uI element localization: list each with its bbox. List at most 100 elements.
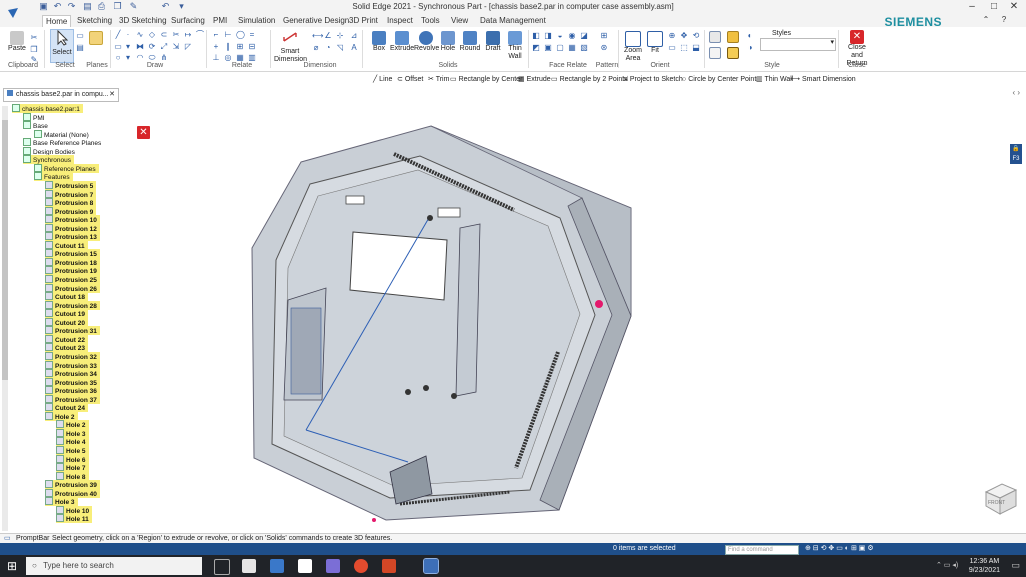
symmetric-diameter-icon[interactable]: ⌀ bbox=[312, 44, 320, 52]
parallel-icon[interactable]: ∥ bbox=[224, 43, 232, 51]
shaded-button[interactable] bbox=[726, 31, 740, 43]
wireframe-button[interactable] bbox=[708, 31, 722, 43]
cmd-offset[interactable]: ⊂ Offset bbox=[397, 74, 423, 86]
hole-button[interactable]: Hole bbox=[439, 31, 457, 53]
round-button[interactable]: Round bbox=[459, 31, 481, 53]
rectangular-cutout[interactable] bbox=[349, 231, 448, 301]
draft-button[interactable]: Draft bbox=[483, 31, 503, 53]
status-icons[interactable]: ⊕ ⊟ ⟲ ✥ ▭ ◐ ⊞ ▣ ⚙ bbox=[805, 543, 874, 555]
view-orient-icon[interactable]: ⬚ bbox=[680, 44, 688, 52]
face-perpendicular-icon[interactable]: ◩ bbox=[532, 44, 540, 52]
side-rail[interactable] bbox=[455, 223, 481, 397]
rectangle-icon[interactable]: ▭ bbox=[114, 43, 122, 51]
fit-button[interactable]: Fit bbox=[646, 31, 664, 55]
chamfer-dim-icon[interactable]: ◹ bbox=[336, 44, 344, 52]
named-views-icon[interactable]: ⬓ bbox=[692, 44, 700, 52]
horizontal-vertical-icon[interactable]: ⊢ bbox=[224, 31, 232, 39]
taskbar-clock[interactable]: 12:36 AM 9/23/2021 bbox=[969, 557, 1000, 575]
sketch-view-icon[interactable]: ▭ bbox=[668, 44, 676, 52]
rectangle-dropdown-icon[interactable]: ▾ bbox=[124, 43, 132, 51]
tab-pmi[interactable]: PMI bbox=[210, 15, 230, 27]
point-icon[interactable]: · bbox=[124, 31, 132, 39]
styles-dropdown[interactable]: ▾ bbox=[760, 38, 836, 51]
circle-icon[interactable]: ○ bbox=[114, 54, 122, 62]
tab-data-management[interactable]: Data Management bbox=[477, 15, 549, 27]
face-ground-icon[interactable]: ▧ bbox=[580, 44, 588, 52]
file-explorer-icon[interactable] bbox=[242, 559, 256, 573]
document-tab[interactable]: chassis base2.par in compu... ✕ bbox=[3, 88, 119, 102]
tree-scrollbar-thumb[interactable] bbox=[2, 120, 8, 380]
revolve-button[interactable]: Revolve bbox=[414, 31, 439, 53]
find-command-input[interactable]: Find a command bbox=[725, 545, 799, 555]
select-button[interactable]: Select bbox=[50, 29, 74, 63]
lock-icon[interactable]: ⊞ bbox=[236, 43, 244, 51]
face-concentric-icon[interactable]: ◉ bbox=[568, 32, 576, 40]
close-sketch-icon[interactable]: ✕ bbox=[137, 126, 150, 139]
office-icon[interactable] bbox=[382, 559, 396, 573]
model-viewport[interactable] bbox=[150, 100, 970, 530]
polygon-icon[interactable]: ◇ bbox=[148, 31, 156, 39]
store-icon[interactable] bbox=[298, 559, 312, 573]
annotation-icon[interactable]: ⊿ bbox=[350, 32, 358, 40]
chrome-icon[interactable] bbox=[354, 559, 368, 573]
circle-dropdown-icon[interactable]: ▾ bbox=[124, 54, 132, 62]
selection-marker[interactable] bbox=[595, 300, 603, 308]
face-parallel-icon[interactable]: ◨ bbox=[544, 32, 552, 40]
tab-nav-arrows[interactable]: ‹ › bbox=[1012, 88, 1020, 97]
cmd-extrude[interactable]: ▦ Extrude bbox=[518, 74, 551, 86]
tab-tools[interactable]: Tools bbox=[418, 15, 443, 27]
equal-icon[interactable]: = bbox=[248, 31, 256, 39]
slot-cutout[interactable] bbox=[345, 195, 365, 205]
arc-icon[interactable]: ◠ bbox=[136, 54, 144, 62]
cmd-circle-center[interactable]: ○ Circle by Center Point bbox=[682, 74, 756, 86]
paste-button[interactable]: Paste bbox=[8, 31, 26, 53]
box-button[interactable]: Box bbox=[368, 31, 390, 53]
zoom-area-button[interactable]: Zoom Area bbox=[622, 31, 644, 63]
angle-icon[interactable]: ∠ bbox=[324, 32, 332, 40]
cmd-line[interactable]: ╱ Line bbox=[373, 74, 392, 86]
lock-badge[interactable]: 🔒 F3 bbox=[1010, 144, 1022, 164]
split-icon[interactable]: ⋔ bbox=[160, 54, 168, 62]
extrude-button[interactable]: Extrude bbox=[390, 31, 414, 53]
solid-edge-taskbar-icon[interactable] bbox=[423, 558, 439, 574]
edge-browser-icon[interactable] bbox=[270, 559, 284, 573]
offset-icon[interactable]: ⊂ bbox=[160, 31, 168, 39]
smart-dimension-button[interactable]: Smart Dimension bbox=[274, 29, 307, 64]
tab-inspect[interactable]: Inspect bbox=[384, 15, 416, 27]
zoom-icon[interactable]: ⊕ bbox=[668, 32, 676, 40]
taskbar-search[interactable]: ○ Type here to search bbox=[26, 557, 202, 575]
minimize-button[interactable]: – bbox=[962, 0, 982, 14]
scale-icon[interactable]: ⤢ bbox=[160, 43, 168, 51]
distance-icon[interactable]: ⟷ bbox=[312, 32, 323, 40]
shaded-edges-button[interactable] bbox=[726, 47, 740, 59]
face-offset-icon[interactable]: ▢ bbox=[556, 44, 564, 52]
hidden-edges-button[interactable] bbox=[708, 47, 722, 59]
notifications-icon[interactable]: ▭ bbox=[1011, 560, 1020, 571]
tab-3d-sketching[interactable]: 3D Sketching bbox=[116, 15, 170, 27]
face-aligned-icon[interactable]: ▣ bbox=[544, 44, 552, 52]
system-tray-icons[interactable]: ⌃ ▭ ◂) bbox=[936, 561, 958, 569]
mount-hole[interactable] bbox=[423, 385, 429, 391]
collinear-icon[interactable]: + bbox=[212, 43, 220, 51]
app-icon[interactable] bbox=[326, 559, 340, 573]
cut-icon[interactable]: ✂ bbox=[30, 34, 38, 42]
pattern-rect-icon[interactable]: ⊞ bbox=[600, 32, 608, 40]
cmd-rectangle-2pt[interactable]: ▭ Rectangle by 2 Points bbox=[551, 74, 628, 86]
select-option-icon[interactable]: ▤ bbox=[76, 44, 84, 52]
coordinate-icon[interactable]: ⊹ bbox=[336, 32, 344, 40]
pan-icon[interactable]: ✥ bbox=[680, 32, 688, 40]
text-icon[interactable]: A bbox=[350, 44, 358, 52]
concentric-icon[interactable]: ◎ bbox=[224, 54, 232, 62]
help-icon[interactable]: ? bbox=[994, 13, 1014, 27]
tree-item[interactable]: Hole 11 bbox=[56, 514, 92, 524]
relation-handles-icon[interactable]: ▥ bbox=[248, 54, 256, 62]
windows-start-icon[interactable]: ⊞ bbox=[7, 559, 17, 573]
tab-sketching[interactable]: Sketching bbox=[74, 15, 115, 27]
curve-icon[interactable]: ∿ bbox=[136, 31, 144, 39]
face-tangent-icon[interactable]: ◒ bbox=[556, 32, 564, 40]
app-menu-icon[interactable] bbox=[6, 6, 20, 20]
tab-generative-design[interactable]: Generative Design bbox=[280, 15, 352, 27]
maximize-button[interactable]: □ bbox=[984, 0, 1004, 14]
tab-3d-print[interactable]: 3D Print bbox=[346, 15, 381, 27]
ribbon-collapse-icon[interactable]: ⌃ bbox=[976, 13, 996, 27]
